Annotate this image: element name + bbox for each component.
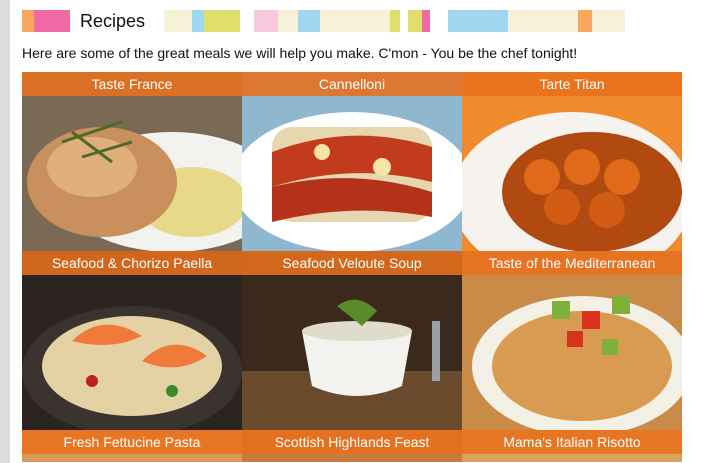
food-photo	[22, 72, 242, 251]
recipe-label: Tarte Titan	[462, 72, 682, 96]
recipe-label: Taste France	[22, 72, 242, 96]
recipe-label: Seafood Veloute Soup	[242, 251, 462, 275]
recipe-label: Cannelloni	[242, 72, 462, 96]
food-photo	[462, 251, 682, 430]
intro-text: Here are some of the great meals we will…	[22, 45, 578, 61]
recipe-label: Taste of the Mediterranean	[462, 251, 682, 275]
recipe-card-highlands-feast[interactable]: Scottish Highlands Feast	[242, 430, 462, 462]
recipe-card-mediterranean[interactable]: Taste of the Mediterranean	[462, 251, 682, 430]
recipe-label: Seafood & Chorizo Paella	[22, 251, 242, 275]
recipe-card-paella[interactable]: Seafood & Chorizo Paella	[22, 251, 242, 430]
food-photo	[242, 251, 462, 430]
recipe-card-fettucine[interactable]: Fresh Fettucine Pasta	[22, 430, 242, 462]
recipe-card-risotto[interactable]: Mama's Italian Risotto	[462, 430, 682, 462]
recipe-label: Fresh Fettucine Pasta	[22, 430, 242, 454]
food-photo	[242, 72, 462, 251]
recipe-grid: Taste France Cannelloni Tarte Titan Seaf…	[22, 72, 682, 462]
food-photo	[462, 72, 682, 251]
recipe-label: Scottish Highlands Feast	[242, 430, 462, 454]
recipe-label: Mama's Italian Risotto	[462, 430, 682, 454]
food-photo	[22, 251, 242, 430]
recipe-card-tarte-titan[interactable]: Tarte Titan	[462, 72, 682, 251]
recipe-card-taste-france[interactable]: Taste France	[22, 72, 242, 251]
recipe-card-veloute-soup[interactable]: Seafood Veloute Soup	[242, 251, 462, 430]
page-title: Recipes	[80, 11, 146, 31]
recipe-card-cannelloni[interactable]: Cannelloni	[242, 72, 462, 251]
